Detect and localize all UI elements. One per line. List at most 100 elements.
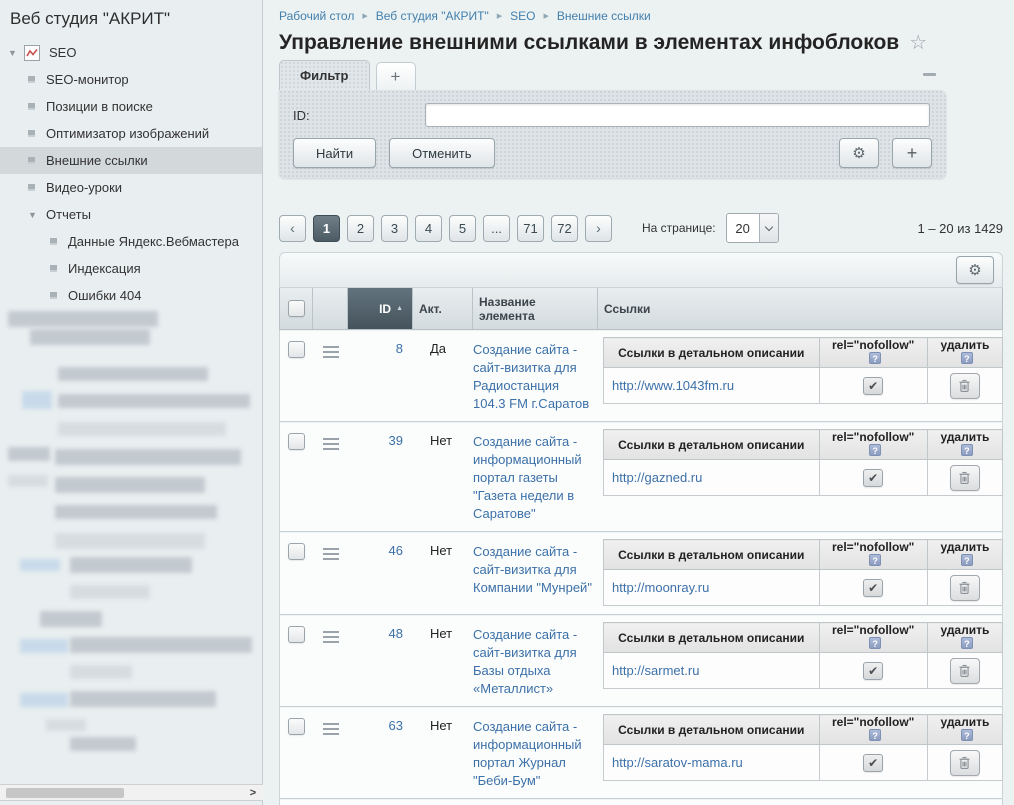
sidebar-item-оптимизатор-изображений[interactable]: Оптимизатор изображений [0, 120, 262, 147]
pagination-page-button-71[interactable]: 71 [517, 215, 544, 242]
element-name-link[interactable]: Создание сайта - сайт-визитка для Радиос… [473, 341, 598, 413]
row-actions-menu-icon[interactable] [323, 346, 339, 358]
sidebar-item-отчеты[interactable]: ▼Отчеты [0, 201, 262, 228]
sidebar-item-позиции-в-поиске[interactable]: Позиции в поиске [0, 93, 262, 120]
row-menu-cell [313, 337, 348, 413]
pagination-page-button-72[interactable]: 72 [551, 215, 578, 242]
element-id-link[interactable]: 8 [396, 341, 403, 356]
filter-id-input[interactable] [425, 103, 930, 127]
external-url-link[interactable]: http://sarmet.ru [612, 663, 699, 678]
row-checkbox[interactable] [288, 626, 305, 643]
row-checkbox[interactable] [288, 433, 305, 450]
row-id-cell: 8 [348, 337, 413, 413]
row-actions-menu-icon[interactable] [323, 438, 339, 450]
row-actions-menu-icon[interactable] [323, 723, 339, 735]
pagination-page-button-4[interactable]: 4 [415, 215, 442, 242]
nofollow-checkbox[interactable]: ✔ [863, 662, 883, 680]
nofollow-checkbox[interactable]: ✔ [863, 579, 883, 597]
sidebar-item-ошибки-404[interactable]: Ошибки 404 [0, 282, 262, 309]
add-filter-field-button[interactable]: + [892, 138, 932, 168]
select-all-checkbox[interactable] [288, 300, 305, 317]
sidebar-horizontal-scrollbar[interactable]: > [0, 784, 263, 801]
scrollbar-thumb[interactable] [6, 788, 124, 798]
add-filter-tab-button[interactable]: + [376, 62, 416, 90]
sidebar-item-видео-уроки[interactable]: Видео-уроки [0, 174, 262, 201]
sidebar-item-внешние-ссылки[interactable]: Внешние ссылки [0, 147, 262, 174]
links-grid: ⚙ ID▲ Акт. Название элемента Ссылки 8ДаС… [279, 252, 1003, 805]
column-header-active[interactable]: Акт. [413, 288, 473, 329]
element-id-link[interactable]: 63 [389, 718, 403, 733]
pagination-prev-button[interactable]: ‹ [279, 215, 306, 242]
element-name-link[interactable]: Создание сайта - сайт-визитка для Базы о… [473, 626, 598, 698]
nofollow-checkbox[interactable]: ✔ [863, 754, 883, 772]
help-icon[interactable]: ? [961, 729, 973, 741]
pagination-page-button-3[interactable]: 3 [381, 215, 408, 242]
redacted-menu-item [70, 737, 136, 751]
external-url-link[interactable]: http://saratov-mama.ru [612, 755, 743, 770]
row-checkbox[interactable] [288, 341, 305, 358]
tab-filter[interactable]: Фильтр [279, 60, 370, 90]
breadcrumb-item-seo[interactable]: SEO [510, 9, 535, 23]
delete-link-button[interactable] [950, 465, 980, 491]
pagination-next-button[interactable]: › [585, 215, 612, 242]
row-links-cell: Ссылки в детальном описанииrel="nofollow… [598, 429, 1003, 523]
row-checkbox[interactable] [288, 718, 305, 735]
delete-link-button[interactable] [950, 373, 980, 399]
help-icon[interactable]: ? [869, 729, 881, 741]
row-checkbox[interactable] [288, 543, 305, 560]
help-icon[interactable]: ? [869, 352, 881, 364]
sidebar-item-seo[interactable]: ▼SEO [0, 39, 262, 66]
redacted-menu-item [70, 557, 192, 573]
sidebar-item-seo-монитор[interactable]: SEO-монитор [0, 66, 262, 93]
filter-settings-button[interactable]: ⚙ [839, 138, 879, 168]
delete-link-button[interactable] [950, 575, 980, 601]
favorite-star-icon[interactable]: ☆ [909, 30, 927, 55]
help-icon[interactable]: ? [961, 554, 973, 566]
nofollow-checkbox[interactable]: ✔ [863, 469, 883, 487]
collapse-filter-icon[interactable] [923, 73, 936, 76]
column-header-name[interactable]: Название элемента [473, 288, 598, 329]
pagination-ellipsis-button[interactable]: ... [483, 215, 510, 242]
delete-link-button[interactable] [950, 658, 980, 684]
element-id-link[interactable]: 48 [389, 626, 403, 641]
help-icon[interactable]: ? [961, 637, 973, 649]
breadcrumb-item-external-links[interactable]: Внешние ссылки [557, 9, 651, 23]
breadcrumb-item-akrit[interactable]: Веб студия "АКРИТ" [376, 9, 489, 23]
pagination-page-button-5[interactable]: 5 [449, 215, 476, 242]
breadcrumb-item-desktop[interactable]: Рабочий стол [279, 9, 354, 23]
help-icon[interactable]: ? [961, 444, 973, 456]
row-menu-cell [313, 714, 348, 790]
help-icon[interactable]: ? [869, 637, 881, 649]
column-header-id[interactable]: ID▲ [348, 288, 413, 329]
row-actions-menu-icon[interactable] [323, 548, 339, 560]
element-name-link[interactable]: Создание сайта - информационный портал г… [473, 433, 598, 523]
pagination-page-button-2[interactable]: 2 [347, 215, 374, 242]
help-icon[interactable]: ? [869, 554, 881, 566]
element-name-link[interactable]: Создание сайта - информационный портал Ж… [473, 718, 598, 790]
pagination-page-button-1[interactable]: 1 [313, 215, 340, 242]
grid-settings-button[interactable]: ⚙ [956, 256, 994, 284]
redacted-menu-item [55, 477, 205, 493]
external-url-link[interactable]: http://moonray.ru [612, 580, 709, 595]
page-title: Управление внешними ссылками в элементах… [279, 31, 899, 55]
element-id-link[interactable]: 46 [389, 543, 403, 558]
sidebar-item-данные-яндекс-вебмастера[interactable]: Данные Яндекс.Вебмастера [0, 228, 262, 255]
redacted-menu-item [20, 639, 68, 653]
help-icon[interactable]: ? [961, 352, 973, 364]
column-header-links[interactable]: Ссылки [598, 288, 1002, 329]
find-button[interactable]: Найти [293, 138, 376, 168]
cancel-button[interactable]: Отменить [389, 138, 494, 168]
element-name-link[interactable]: Создание сайта - сайт-визитка для Компан… [473, 543, 598, 597]
link-url-cell: http://saratov-mama.ru [604, 745, 820, 781]
per-page-select[interactable]: 20 [726, 213, 779, 243]
row-actions-menu-icon[interactable] [323, 631, 339, 643]
help-icon[interactable]: ? [869, 444, 881, 456]
external-url-link[interactable]: http://www.1043fm.ru [612, 378, 734, 393]
sidebar-item-label: SEO-монитор [44, 72, 129, 87]
nofollow-checkbox[interactable]: ✔ [863, 377, 883, 395]
sidebar-item-индексация[interactable]: Индексация [0, 255, 262, 282]
delete-link-button[interactable] [950, 750, 980, 776]
external-url-link[interactable]: http://gazned.ru [612, 470, 702, 485]
scrollbar-right-arrow-icon[interactable]: > [246, 785, 260, 800]
element-id-link[interactable]: 39 [389, 433, 403, 448]
